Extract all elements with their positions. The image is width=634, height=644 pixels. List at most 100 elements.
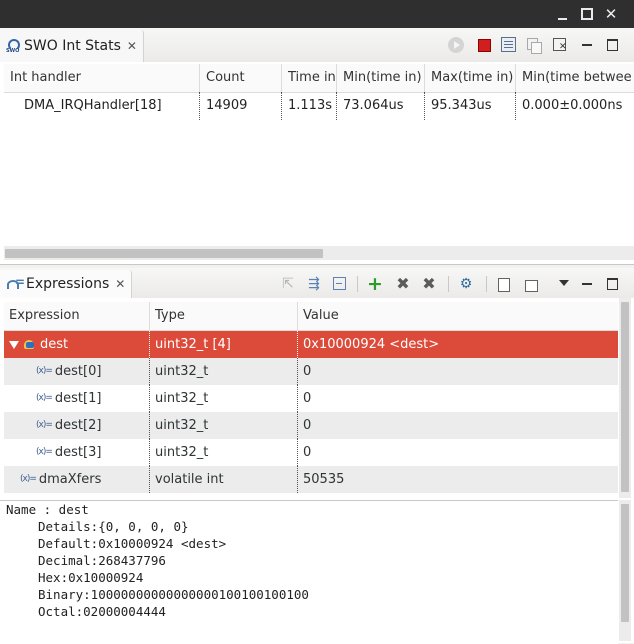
export-icon[interactable] — [523, 276, 539, 292]
array-variable-icon — [23, 339, 37, 351]
copy-icon[interactable] — [526, 37, 542, 54]
stop-icon[interactable] — [476, 37, 492, 53]
column-header-value[interactable]: Value — [298, 302, 618, 330]
details-pane[interactable]: Name : dest Details:{0, 0, 0, 0} Default… — [0, 500, 618, 644]
value-cell: 0 — [303, 391, 312, 406]
swo-view-toolbar: SWO Int Stats ✕ — [0, 28, 634, 62]
view-minimize-icon[interactable] — [580, 276, 596, 292]
vertical-scrollbar[interactable] — [619, 298, 631, 498]
expression-cell: (x)= dest[1] — [4, 385, 150, 412]
remove-all-expressions-icon[interactable]: ✖ — [421, 276, 437, 292]
window-minimize-button[interactable] — [556, 7, 570, 21]
type-cell: uint32_t — [150, 412, 298, 439]
view-maximize-icon[interactable] — [606, 37, 622, 53]
format-icon[interactable]: ⚙ — [458, 276, 474, 292]
max-time-in-cell: 95.343us — [425, 92, 516, 120]
expression-cell: (x)= dest[0] — [4, 358, 150, 385]
column-header-min-time-in[interactable]: Min(time in) — [337, 64, 425, 92]
expand-arrow-icon[interactable] — [9, 340, 19, 349]
int-handler-cell: DMA_IRQHandler[18] — [4, 92, 200, 120]
variable-icon: (x)= — [36, 447, 53, 457]
tab-expressions[interactable]: Expressions ✕ — [0, 270, 133, 298]
column-header-type[interactable]: Type — [150, 302, 298, 330]
view-menu-icon[interactable] — [556, 276, 572, 292]
window-titlebar: ✕ — [0, 0, 634, 28]
window-close-button[interactable]: ✕ — [604, 7, 618, 22]
column-header-expression[interactable]: Expression — [4, 302, 150, 330]
type-cell: volatile int — [150, 466, 298, 493]
value-cell: 0 — [303, 364, 312, 379]
expression-name: dest — [40, 337, 69, 352]
view-maximize-icon[interactable] — [606, 276, 622, 292]
details-line: Name : dest — [6, 502, 89, 517]
count-cell: 14909 — [200, 92, 282, 120]
expression-name: dest[3] — [54, 445, 102, 460]
table-row[interactable]: dest uint32_t [4] 0x10000924 <dest> — [4, 331, 618, 358]
horizontal-scrollbar[interactable] — [4, 246, 634, 260]
table-row[interactable]: (x)= dest[0] uint32_t 0 — [4, 358, 618, 385]
table-row[interactable]: (x)= dmaXfers volatile int 50535 — [4, 466, 618, 493]
value-cell: 0 — [303, 418, 312, 433]
swo-icon — [6, 39, 20, 54]
clear-icon[interactable] — [552, 37, 568, 53]
expression-cell: (x)= dest[2] — [4, 412, 150, 439]
tab-swo-label: SWO Int Stats — [24, 38, 121, 54]
value-cell: 50535 — [303, 472, 345, 487]
tab-close-icon[interactable]: ✕ — [127, 39, 137, 53]
column-header-time-in[interactable]: Time in — [282, 64, 337, 92]
swo-table-header: Int handler Count Time in Min(time in) M… — [4, 64, 634, 93]
table-row[interactable]: (x)= dest[2] uint32_t 0 — [4, 412, 618, 439]
add-expression-icon[interactable]: + — [367, 275, 383, 294]
table-row[interactable]: DMA_IRQHandler[18] 14909 1.113s 73.064us… — [4, 92, 634, 120]
scrollbar-thumb[interactable] — [621, 302, 629, 492]
column-header-min-time-between[interactable]: Min(time betwee — [516, 64, 634, 92]
table-row[interactable]: (x)= dest[1] uint32_t 0 — [4, 385, 618, 412]
expression-name: dest[0] — [54, 364, 102, 379]
details-line: Details:{0, 0, 0, 0} — [38, 519, 189, 534]
expression-cell: dest — [4, 331, 150, 358]
tab-swo-int-stats[interactable]: SWO Int Stats ✕ — [0, 30, 144, 62]
expression-name: dest[2] — [54, 418, 102, 433]
new-expression-icon[interactable] — [496, 276, 512, 292]
scrollbar-thumb[interactable] — [621, 504, 629, 622]
toolbar-separator — [486, 276, 487, 292]
variable-icon: (x)= — [36, 420, 53, 430]
table-view-icon[interactable] — [501, 37, 516, 52]
resume-icon[interactable] — [448, 37, 464, 53]
details-line: Default:0x10000924 <dest> — [38, 536, 227, 551]
expression-name: dmaXfers — [38, 472, 102, 487]
toolbar-separator — [448, 276, 449, 292]
tab-close-icon[interactable]: ✕ — [115, 277, 125, 291]
column-header-max-time-in[interactable]: Max(time in) — [425, 64, 516, 92]
details-scrollbar[interactable] — [619, 500, 631, 641]
variable-icon: (x)= — [20, 474, 37, 484]
window-maximize-button[interactable] — [580, 7, 594, 21]
column-header-int-handler[interactable]: Int handler — [4, 64, 200, 92]
expression-cell: (x)= dest[3] — [4, 439, 150, 466]
type-cell: uint32_t — [150, 358, 298, 385]
value-cell: 0x10000924 <dest> — [303, 337, 440, 352]
type-cell: uint32_t — [150, 439, 298, 466]
show-logical-structure-icon[interactable]: ⇶ — [306, 276, 322, 292]
remove-expression-icon[interactable]: ✖ — [395, 276, 411, 292]
type-cell: uint32_t [4] — [150, 331, 298, 358]
details-line: Hex:0x10000924 — [38, 570, 144, 585]
tab-expressions-label: Expressions — [26, 276, 110, 292]
collapse-all-icon[interactable] — [332, 276, 348, 292]
min-time-between-cell: 0.000±0.000ns — [522, 98, 623, 113]
show-type-names-icon[interactable]: ⇱ — [280, 276, 296, 292]
expressions-view-toolbar: Expressions ✕ ⇱ ⇶ + ✖ ✖ ⚙ — [0, 268, 634, 298]
value-cell: 0 — [303, 445, 312, 460]
expressions-view: Expressions ✕ ⇱ ⇶ + ✖ ✖ ⚙ Expression Typ… — [0, 268, 634, 644]
expressions-table-header: Expression Type Value — [4, 302, 618, 331]
table-row[interactable]: (x)= dest[3] uint32_t 0 — [4, 439, 618, 466]
type-cell: uint32_t — [150, 385, 298, 412]
view-minimize-icon[interactable] — [580, 37, 596, 53]
scrollbar-thumb[interactable] — [5, 249, 323, 258]
details-line: Decimal:268437796 — [38, 553, 166, 568]
column-header-count[interactable]: Count — [200, 64, 282, 92]
expressions-icon — [6, 275, 25, 291]
toolbar-separator — [357, 276, 358, 292]
time-in-cell: 1.113s — [282, 92, 337, 120]
expression-name: dest[1] — [54, 391, 102, 406]
